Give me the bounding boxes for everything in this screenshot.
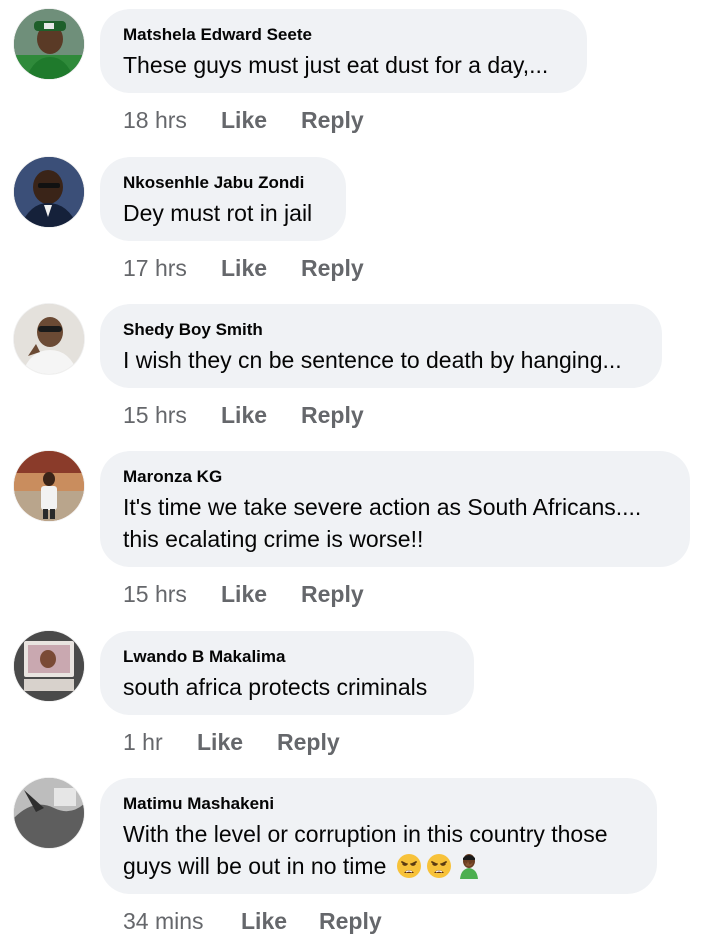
- comment-text-line: this ecalating crime is worse!!: [123, 526, 424, 552]
- comment-bubble: Shedy Boy Smith I wish they cn be senten…: [100, 304, 662, 388]
- comment-bubble: Matshela Edward Seete These guys must ju…: [100, 9, 587, 93]
- like-button[interactable]: Like: [197, 728, 277, 756]
- reply-button[interactable]: Reply: [301, 254, 364, 282]
- like-button[interactable]: Like: [221, 254, 301, 282]
- comment-author[interactable]: Shedy Boy Smith: [123, 320, 638, 340]
- reply-button[interactable]: Reply: [301, 106, 364, 134]
- comment-text-fragment: guys will be out in no time: [123, 853, 387, 879]
- comment-text: These guys must just eat dust for a day,…: [123, 49, 563, 81]
- comment-author[interactable]: Lwando B Makalima: [123, 647, 450, 667]
- comment-actions: 15 hrs Like Reply: [123, 401, 364, 429]
- comment-time[interactable]: 15 hrs: [123, 401, 221, 429]
- comment-author[interactable]: Matshela Edward Seete: [123, 25, 563, 45]
- like-button[interactable]: Like: [221, 401, 301, 429]
- reply-button[interactable]: Reply: [301, 580, 364, 608]
- comment-bubble: Matimu Mashakeni With the level or corru…: [100, 778, 657, 894]
- comment-text-line: south africa protects criminals: [123, 674, 428, 700]
- comment-time[interactable]: 1 hr: [123, 728, 197, 756]
- weary-face-emoji: [426, 853, 452, 879]
- avatar[interactable]: [14, 9, 84, 79]
- comment-text: south africa protects criminals: [123, 671, 450, 703]
- comment-bubble: Maronza KG It's time we take severe acti…: [100, 451, 690, 567]
- like-button[interactable]: Like: [241, 907, 319, 935]
- comment-actions: 15 hrs Like Reply: [123, 580, 364, 608]
- reply-button[interactable]: Reply: [277, 728, 340, 756]
- comment-time[interactable]: 34 mins: [123, 907, 241, 935]
- comment-text-line: guys will be out in no time: [123, 850, 633, 882]
- comment-author[interactable]: Maronza KG: [123, 467, 666, 487]
- comment-bubble: Lwando B Makalima south africa protects …: [100, 631, 474, 715]
- comment-text: Dey must rot in jail: [123, 197, 322, 229]
- comment-actions: 34 mins Like Reply: [123, 907, 382, 935]
- comment-time[interactable]: 15 hrs: [123, 580, 221, 608]
- comment-text: I wish they cn be sentence to death by h…: [123, 344, 638, 376]
- comment-author[interactable]: Matimu Mashakeni: [123, 794, 633, 814]
- comment-time[interactable]: 17 hrs: [123, 254, 221, 282]
- comment-text-line: It's time we take severe action as South…: [123, 494, 642, 520]
- comment-actions: 18 hrs Like Reply: [123, 106, 364, 134]
- like-button[interactable]: Like: [221, 580, 301, 608]
- like-button[interactable]: Like: [221, 106, 301, 134]
- comment-text-line: I wish they cn be sentence to death by h…: [123, 347, 622, 373]
- comment-text: It's time we take severe action as South…: [123, 491, 666, 555]
- avatar[interactable]: [14, 451, 84, 521]
- avatar[interactable]: [14, 304, 84, 374]
- comment-bubble: Nkosenhle Jabu Zondi Dey must rot in jai…: [100, 157, 346, 241]
- reply-button[interactable]: Reply: [301, 401, 364, 429]
- avatar[interactable]: [14, 778, 84, 848]
- avatar[interactable]: [14, 631, 84, 701]
- weary-face-emoji: [396, 853, 422, 879]
- comment-actions: 17 hrs Like Reply: [123, 254, 364, 282]
- comment-text: With the level or corruption in this cou…: [123, 818, 633, 882]
- comment-time[interactable]: 18 hrs: [123, 106, 221, 134]
- man-facepalming-emoji: [456, 853, 482, 879]
- comment-text-line: With the level or corruption in this cou…: [123, 821, 608, 847]
- avatar[interactable]: [14, 157, 84, 227]
- reply-button[interactable]: Reply: [319, 907, 382, 935]
- comment-text-line: Dey must rot in jail: [123, 200, 313, 226]
- comment-thread: Matshela Edward Seete These guys must ju…: [0, 0, 720, 946]
- comment-text-line: These guys must just eat dust for a day,…: [123, 52, 549, 78]
- comment-author[interactable]: Nkosenhle Jabu Zondi: [123, 173, 322, 193]
- comment-actions: 1 hr Like Reply: [123, 728, 340, 756]
